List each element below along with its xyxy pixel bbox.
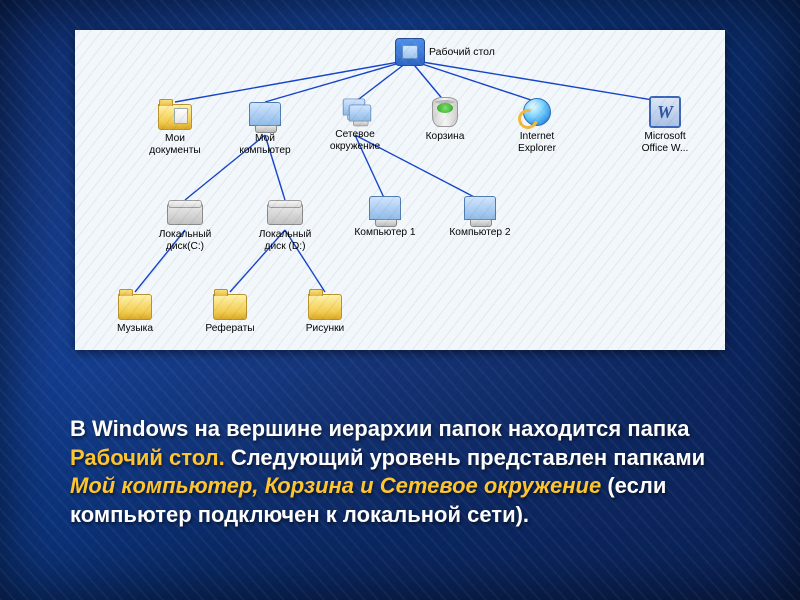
node-recycle-bin: Корзина [402, 96, 488, 143]
monitor-icon [247, 98, 283, 130]
node-risunki: Рисунки [282, 288, 368, 335]
caption-text: Следующий уровень представлен папками [225, 445, 705, 470]
node-label: Корзина [426, 131, 465, 143]
folder-icon [212, 288, 248, 320]
node-desktop-root: Рабочий стол [395, 38, 495, 66]
slide-caption: В Windows на вершине иерархии папок нахо… [70, 415, 740, 529]
node-label: Рефераты [205, 323, 254, 335]
caption-highlight-desktop: Рабочий стол. [70, 445, 225, 470]
drive-icon [267, 194, 303, 226]
ie-icon [519, 96, 555, 128]
node-label: Компьютер 2 [449, 227, 510, 239]
node-network-places: Сетевое окружение [312, 94, 398, 152]
folder-icon [117, 288, 153, 320]
node-disk-c: Локальный диск(С:) [142, 194, 228, 252]
monitor-icon [367, 192, 403, 224]
caption-text: В Windows на вершине иерархии папок нахо… [70, 416, 689, 441]
node-music: Музыка [92, 288, 178, 335]
slide: Рабочий стол Мои документы Мой компьютер… [0, 0, 800, 600]
drive-icon [167, 194, 203, 226]
desktop-icon [395, 38, 425, 66]
node-internet-explorer: Internet Explorer [494, 96, 580, 154]
node-label: Мои документы [149, 133, 200, 156]
node-label: Мой компьютер [239, 133, 290, 156]
node-my-computer: Мой компьютер [222, 98, 308, 156]
diagram-inner: Рабочий стол Мои документы Мой компьютер… [75, 30, 725, 350]
node-label: Локальный диск(С:) [159, 229, 212, 252]
monitor-icon [462, 192, 498, 224]
node-referaty: Рефераты [187, 288, 273, 335]
hierarchy-diagram: Рабочий стол Мои документы Мой компьютер… [75, 30, 725, 350]
folder-icon [307, 288, 343, 320]
node-disk-d: Локальный диск (D:) [242, 194, 328, 252]
node-label: Рабочий стол [429, 46, 495, 58]
recycle-bin-icon [427, 96, 463, 128]
node-label: Сетевое окружение [330, 129, 380, 152]
folder-docs-icon [157, 98, 193, 130]
network-icon [337, 94, 373, 126]
node-label: Компьютер 1 [354, 227, 415, 239]
node-label: Рисунки [306, 323, 344, 335]
node-label: Microsoft Office W... [642, 131, 689, 154]
caption-highlight-folders: Мой компьютер, Корзина и Сетевое окружен… [70, 473, 601, 498]
node-computer-2: Компьютер 2 [437, 192, 523, 239]
node-ms-word: W Microsoft Office W... [622, 96, 708, 154]
node-label: Internet Explorer [518, 131, 556, 154]
node-label: Локальный диск (D:) [259, 229, 312, 252]
node-computer-1: Компьютер 1 [342, 192, 428, 239]
word-icon: W [647, 96, 683, 128]
node-label: Музыка [117, 323, 153, 335]
node-my-documents: Мои документы [132, 98, 218, 156]
